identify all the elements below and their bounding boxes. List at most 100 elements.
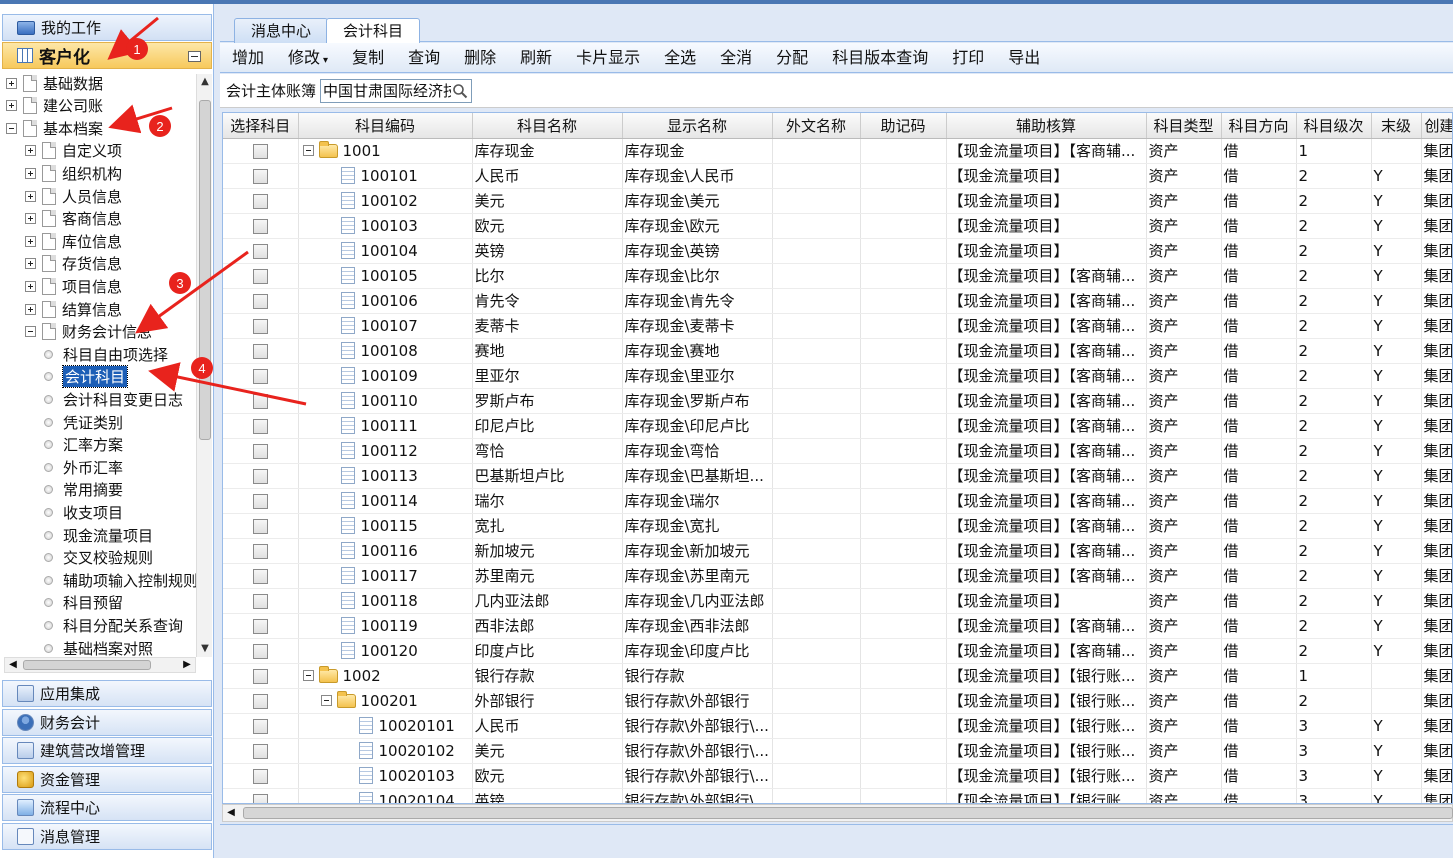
tree-node[interactable]: 科目自由项选择 — [44, 343, 168, 365]
table-row[interactable]: 100101 人民币 库存现金\人民币 【现金流量项目】 资产借 2 Y 集团 — [223, 163, 1452, 189]
column-header[interactable]: 选择科目 — [223, 113, 299, 139]
column-header[interactable]: 创建 — [1421, 113, 1452, 139]
select-cell[interactable] — [223, 213, 299, 239]
scroll-thumb[interactable] — [243, 807, 1453, 819]
row-checkbox[interactable] — [252, 343, 268, 359]
select-cell[interactable] — [223, 238, 299, 264]
table-row[interactable]: 100106 肯先令 库存现金\肯先令 【现金流量项目】【客商辅... 资产借 2 Y 集团 — [223, 288, 1452, 314]
column-header[interactable]: 显示名称 — [622, 113, 773, 139]
toolbar-button[interactable]: 增加 — [220, 46, 276, 70]
tree-node[interactable]: 凭证类别 — [44, 411, 123, 433]
expand-icon[interactable] — [25, 190, 36, 202]
toolbar-button[interactable]: 查询 — [396, 46, 452, 70]
accordion-users[interactable]: 财务会计 — [2, 708, 212, 736]
toolbar-button[interactable]: 删除 — [452, 46, 508, 70]
tree-node[interactable]: 库位信息 — [25, 230, 122, 252]
expand-icon[interactable] — [25, 213, 36, 225]
grid-horizontal-scrollbar[interactable]: ◀ — [222, 804, 1453, 822]
tree-node[interactable]: 辅助项输入控制规则 — [44, 569, 196, 591]
tree-node[interactable]: 收支项目 — [44, 501, 123, 523]
tree-node[interactable]: 人员信息 — [25, 185, 122, 207]
accordion-envelope[interactable]: 消息管理 — [2, 823, 212, 850]
toolbar-button[interactable]: 分配 — [764, 46, 820, 70]
table-row[interactable]: 10020102 美元 银行存款\外部银行\... 【现金流量项目】【银行账... 资产… — [223, 738, 1452, 764]
row-checkbox[interactable] — [252, 293, 268, 309]
table-row[interactable]: 100115 宽扎 库存现金\宽扎 【现金流量项目】【客商辅... 资产借 2 Y 集团 — [223, 513, 1452, 539]
row-checkbox[interactable] — [252, 668, 268, 684]
row-checkbox[interactable] — [252, 268, 268, 284]
expand-icon[interactable] — [25, 303, 36, 315]
scroll-thumb[interactable] — [23, 660, 151, 670]
tree-node[interactable]: 基本档案 — [6, 117, 103, 139]
tree-node[interactable]: 客商信息 — [25, 208, 122, 230]
customization-header[interactable]: 客户化 — [2, 42, 212, 69]
tree-node[interactable]: 现金流量项目 — [44, 524, 153, 546]
expand-icon[interactable] — [25, 280, 36, 292]
tree-node[interactable]: 汇率方案 — [44, 434, 123, 456]
caret-down-icon[interactable]: ▾ — [323, 55, 328, 66]
table-row[interactable]: 10020103 欧元 银行存款\外部银行\... 【现金流量项目】【银行账... 资产… — [223, 763, 1452, 789]
expand-icon[interactable] — [25, 167, 36, 179]
column-header[interactable]: 科目方向 — [1221, 113, 1297, 139]
select-cell[interactable] — [223, 763, 299, 789]
table-row[interactable]: 100108 赛地 库存现金\赛地 【现金流量项目】【客商辅... 资产借 2 Y 集团 — [223, 338, 1452, 364]
select-cell[interactable] — [223, 663, 299, 689]
row-checkbox[interactable] — [252, 693, 268, 709]
my-work-item[interactable]: 我的工作 — [2, 14, 212, 41]
row-checkbox[interactable] — [252, 218, 268, 234]
toolbar-button[interactable]: 刷新 — [508, 46, 564, 70]
tree-node[interactable]: 结算信息 — [25, 298, 122, 320]
expand-icon[interactable] — [6, 100, 17, 112]
toolbar-button[interactable]: 全选 — [652, 46, 708, 70]
table-row[interactable]: 1001 库存现金 库存现金 【现金流量项目】【客商辅... 资产借 1 集团 — [223, 138, 1452, 164]
select-cell[interactable] — [223, 713, 299, 739]
select-cell[interactable] — [223, 388, 299, 414]
row-checkbox[interactable] — [252, 718, 268, 734]
tree-node[interactable]: 建公司账 — [6, 95, 103, 117]
select-cell[interactable] — [223, 338, 299, 364]
select-cell[interactable] — [223, 563, 299, 589]
tree-node[interactable]: 会计科目变更日志 — [44, 388, 183, 410]
tree-node[interactable]: 组织机构 — [25, 162, 122, 184]
toolbar-button[interactable]: 复制 — [340, 46, 396, 70]
tree-node[interactable]: 基础档案对照 — [44, 637, 153, 656]
select-cell[interactable] — [223, 688, 299, 714]
scroll-down-icon[interactable]: ▼ — [197, 641, 213, 657]
row-checkbox[interactable] — [252, 243, 268, 259]
row-checkbox[interactable] — [252, 318, 268, 334]
row-checkbox[interactable] — [252, 543, 268, 559]
tree-node[interactable]: 科目分配关系查询 — [44, 614, 183, 636]
select-cell[interactable] — [223, 363, 299, 389]
toolbar-button[interactable]: 科目版本查询 — [820, 46, 940, 70]
toolbar-button[interactable]: 卡片显示 — [564, 46, 652, 70]
tab-accounting-subjects[interactable]: 会计科目 — [326, 18, 421, 44]
row-checkbox[interactable] — [252, 168, 268, 184]
table-row[interactable]: 1002 银行存款 银行存款 【现金流量项目】【银行账... 资产借 1 集团 — [223, 663, 1452, 689]
column-header[interactable]: 外文名称 — [772, 113, 861, 139]
table-row[interactable]: 10020101 人民币 银行存款\外部银行\... 【现金流量项目】【银行账... 资… — [223, 713, 1452, 739]
expand-icon[interactable] — [6, 77, 17, 89]
tree-node[interactable]: 外币汇率 — [44, 456, 123, 478]
table-row[interactable]: 100103 欧元 库存现金\欧元 【现金流量项目】 资产借 2 Y 集团 — [223, 213, 1452, 239]
tree-node[interactable]: 科目预留 — [44, 592, 123, 614]
column-header[interactable]: 科目编码 — [298, 113, 473, 139]
tree-node[interactable]: 会计科目 — [44, 365, 129, 389]
expand-icon[interactable] — [25, 258, 36, 270]
row-checkbox[interactable] — [252, 368, 268, 384]
tree-vertical-scrollbar[interactable]: ▲ ▼ — [196, 74, 212, 657]
tree-node[interactable]: 基础数据 — [6, 72, 103, 94]
toolbar-button[interactable]: 全消 — [708, 46, 764, 70]
row-checkbox[interactable] — [252, 793, 268, 803]
select-cell[interactable] — [223, 788, 299, 803]
scroll-left-icon[interactable]: ◀ — [223, 805, 239, 821]
row-checkbox[interactable] — [252, 193, 268, 209]
collapse-icon[interactable] — [6, 122, 17, 134]
scroll-left-icon[interactable]: ◀ — [5, 658, 21, 672]
select-cell[interactable] — [223, 738, 299, 764]
select-cell[interactable] — [223, 638, 299, 664]
select-cell[interactable] — [223, 513, 299, 539]
collapse-icon[interactable] — [302, 670, 314, 681]
table-row[interactable]: 100112 弯恰 库存现金\弯恰 【现金流量项目】【客商辅... 资产借 2 Y 集团 — [223, 438, 1452, 464]
table-row[interactable]: 100119 西非法郎 库存现金\西非法郎 【现金流量项目】【客商辅... 资产借 2 Y 集… — [223, 613, 1452, 639]
accordion-flow[interactable]: 流程中心 — [2, 794, 212, 822]
